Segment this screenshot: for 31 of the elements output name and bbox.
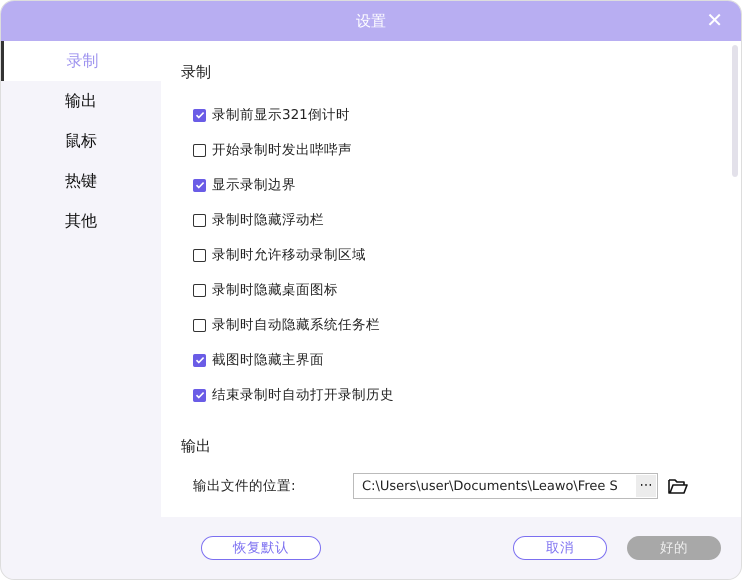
footer-button[interactable]: 恢复默认 [201,536,321,560]
sidebar-tab[interactable]: 输出 [1,81,161,121]
checkbox[interactable] [193,178,206,192]
checkbox[interactable] [193,318,206,332]
checkbox-label: 显示录制边界 [212,176,296,195]
window-title: 设置 [356,10,386,32]
checkbox-label: 结束录制时自动打开录制历史 [212,386,394,405]
checkbox-label: 录制时允许移动录制区域 [212,246,366,265]
sidebar-tab[interactable]: 热键 [1,161,161,201]
section-title: 录制 [181,62,212,83]
checkbox-label: 录制时隐藏桌面图标 [212,280,338,300]
checkbox-label: 录制前显示321倒计时 [212,106,350,125]
scrollbar-thumb[interactable] [732,45,738,177]
sidebar-tab[interactable]: 其他 [1,201,161,241]
checkbox-label: 录制时自动隐藏系统任务栏 [212,316,380,335]
sidebar-tab[interactable]: 鼠标 [1,121,161,161]
checkbox[interactable] [193,354,206,366]
checkbox-label: 录制时隐藏浮动栏 [212,210,324,230]
folder-icon[interactable] [668,478,688,494]
checkbox[interactable] [193,108,206,122]
checkbox-label: 开始录制时发出哔哔声 [212,140,352,160]
footer-button[interactable]: 取消 [513,536,607,560]
section-title: 输出 [181,436,212,456]
checkbox-label: 截图时隐藏主界面 [212,350,324,370]
checkbox[interactable] [193,214,206,226]
checkbox[interactable] [193,144,206,156]
browse-button[interactable]: ⋯ [636,475,656,497]
checkbox[interactable] [193,248,206,262]
checkbox[interactable] [193,284,206,296]
field-label: 输出文件的位置: [193,476,297,496]
checkbox[interactable] [193,388,206,402]
